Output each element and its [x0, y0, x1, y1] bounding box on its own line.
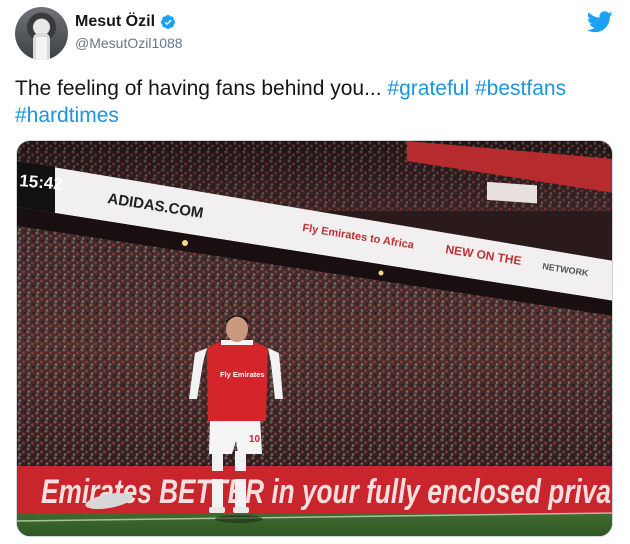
- avatar-shirt: [36, 37, 47, 60]
- tweet-text-main: The feeling of having fans behind you...: [15, 77, 388, 100]
- tweet-text: The feeling of having fans behind you...…: [15, 75, 615, 129]
- perimeter-text: Emirates BETTER in your fully enclosed p…: [41, 473, 611, 511]
- tweet-card[interactable]: Mesut Özil @MesutOzil1088 The feeling of…: [0, 0, 630, 544]
- avatar[interactable]: [15, 7, 68, 60]
- stadium-photo: 15:42 ADIDAS.COM Fly Emirates to Africa …: [17, 141, 612, 536]
- tweet-photo[interactable]: 15:42 ADIDAS.COM Fly Emirates to Africa …: [16, 140, 613, 537]
- scoreboard-time: 15:42: [19, 171, 64, 194]
- twitter-bird-icon[interactable]: [587, 11, 613, 33]
- shirt-sponsor: Fly Emirates: [220, 370, 265, 379]
- author-name-row[interactable]: Mesut Özil: [75, 13, 176, 31]
- display-name[interactable]: Mesut Özil: [75, 13, 155, 31]
- hashtag-bestfans[interactable]: #bestfans: [475, 77, 566, 100]
- hashtag-hardtimes[interactable]: #hardtimes: [15, 104, 119, 127]
- hashtag-grateful[interactable]: #grateful: [387, 77, 469, 100]
- author-handle[interactable]: @MesutOzil1088: [75, 35, 183, 51]
- verified-badge-icon: [161, 15, 176, 29]
- shirt-number: 10: [249, 434, 261, 445]
